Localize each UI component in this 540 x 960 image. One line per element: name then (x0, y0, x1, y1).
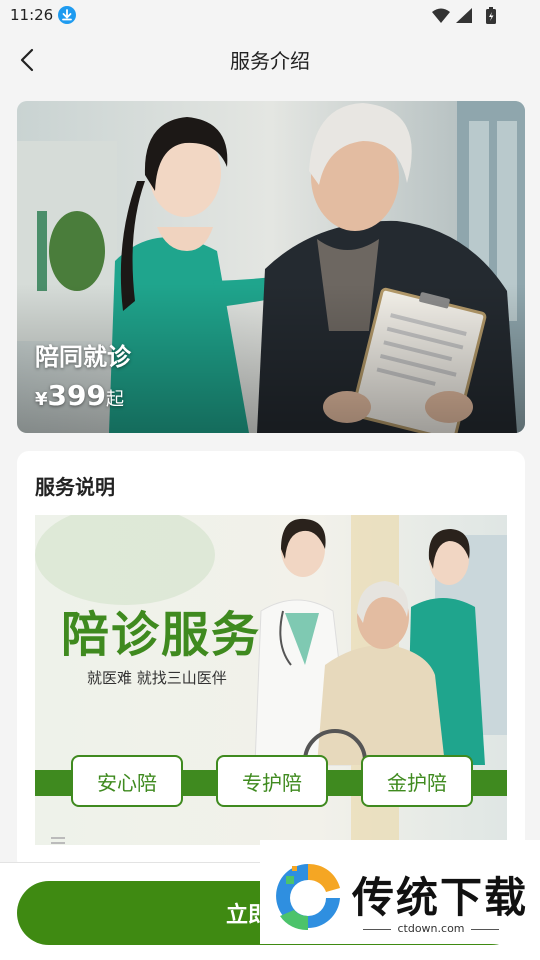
status-time: 11:26 (10, 6, 54, 24)
service-price: ¥399起 (35, 379, 124, 412)
hero-service-card[interactable]: 陪同就诊 ¥399起 (17, 101, 525, 433)
download-notification-icon (58, 6, 76, 24)
wifi-icon (432, 8, 450, 23)
watermark-text: 传统下载 (352, 873, 529, 922)
tag-anxin: 安心陪 (71, 755, 183, 807)
signal-icon (456, 8, 472, 23)
price-amount: 399 (47, 379, 106, 412)
site-watermark: 传统下载 ctdown.com (260, 840, 540, 944)
service-name: 陪同就诊 (35, 343, 131, 371)
tag-jinhu: 金护陪 (361, 755, 473, 807)
service-banner: 陪诊服务 就医难 就找三山医伴 安心陪 专护陪 金护陪 (35, 515, 507, 845)
price-currency: ¥ (35, 389, 48, 410)
section-title: 服务说明 (35, 475, 115, 499)
watermark-url: ctdown.com (352, 922, 510, 935)
app-header: 服务介绍 (0, 32, 540, 88)
page-title: 服务介绍 (230, 49, 310, 73)
service-description-card: 服务说明 陪诊服务 就医难 就找三山医伴 安心陪 专护陪 金护陪 (17, 451, 525, 871)
watermark-logo-icon (276, 863, 340, 931)
price-suffix: 起 (105, 389, 124, 410)
tag-zhuanhu: 专护陪 (216, 755, 328, 807)
list-icon (51, 837, 65, 845)
banner-subtitle: 就医难 就找三山医伴 (87, 669, 227, 687)
status-bar: 11:26 (0, 0, 540, 32)
battery-icon (486, 7, 496, 24)
banner-title: 陪诊服务 (61, 607, 262, 663)
system-status-icons (432, 7, 496, 24)
